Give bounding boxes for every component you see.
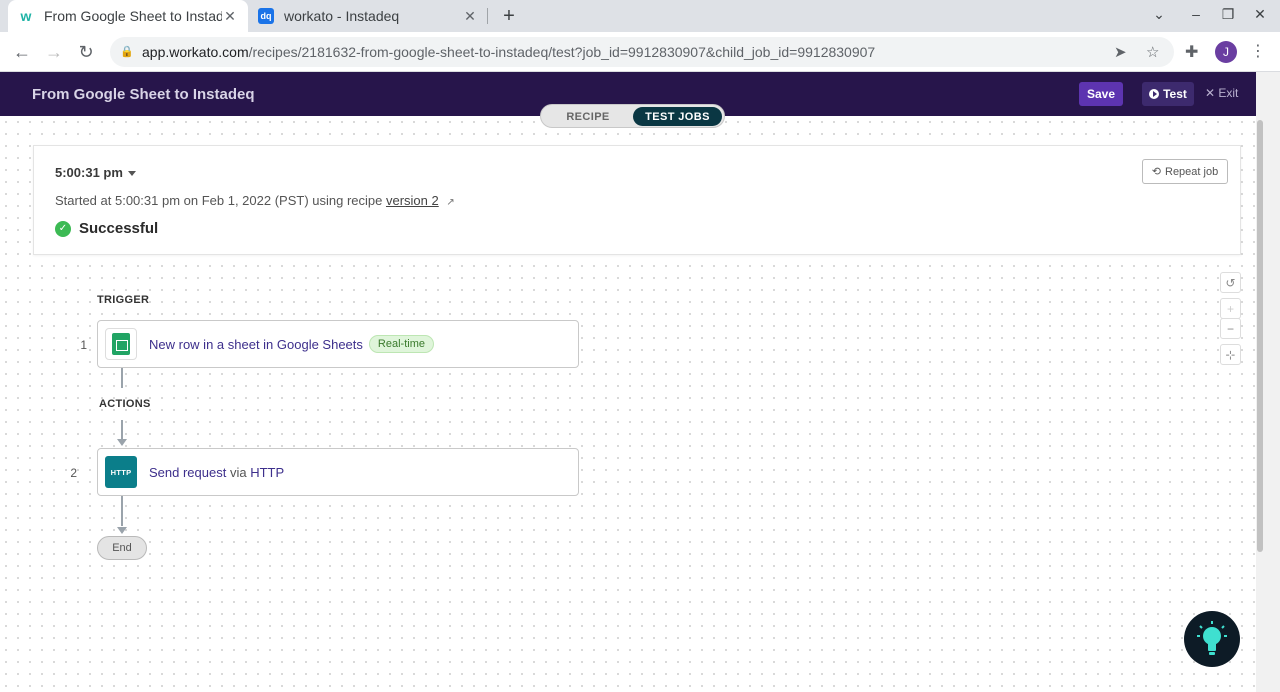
close-icon: ✕ — [1205, 86, 1219, 100]
exit-label: Exit — [1218, 86, 1239, 100]
zoom-in-icon[interactable]: + — [1220, 298, 1241, 319]
test-button-label: Test — [1163, 87, 1187, 101]
realtime-badge: Real-time — [368, 335, 434, 353]
arrow-down-icon — [117, 527, 127, 534]
job-status: ✓ Successful — [55, 220, 158, 237]
tab-title: workato - Instadeq — [284, 8, 400, 24]
play-icon — [1149, 89, 1160, 99]
lock-icon: 🔒 — [120, 46, 134, 58]
view-toggle: RECIPE TEST JOBS — [540, 104, 725, 128]
save-button[interactable]: Save — [1079, 82, 1123, 106]
extensions-puzzle-icon[interactable]: ✚ — [1185, 42, 1198, 62]
tab-from-google-sheet[interactable]: w From Google Sheet to Instadeq ✕ — [8, 0, 248, 32]
bookmark-star-icon[interactable]: ☆ — [1146, 43, 1159, 61]
test-button[interactable]: Test — [1142, 82, 1194, 106]
connector-line — [121, 368, 123, 388]
browser-menu-icon[interactable]: ⋮ — [1250, 41, 1266, 61]
step-action: Send request — [149, 464, 227, 480]
status-text: Successful — [79, 220, 159, 237]
trigger-step[interactable]: New row in a sheet in Google Sheets Real… — [97, 320, 579, 368]
job-meta-text: Started at 5:00:31 pm on Feb 1, 2022 (PS… — [55, 193, 383, 208]
restore-icon[interactable]: ❐ — [1218, 6, 1238, 23]
actions-label: ACTIONS — [99, 398, 151, 410]
back-icon[interactable]: ← — [10, 40, 34, 64]
http-icon: HTTP — [105, 456, 137, 488]
google-sheets-icon — [105, 328, 137, 360]
caret-down-icon — [127, 171, 136, 177]
trigger-label: TRIGGER — [97, 294, 150, 306]
action-step[interactable]: HTTP Send request via HTTP — [97, 448, 579, 496]
workato-icon: w — [18, 8, 34, 24]
lightbulb-icon — [1197, 621, 1227, 655]
job-summary-card: 5:00:31 pm Started at 5:00:31 pm on Feb … — [33, 145, 1241, 255]
forward-icon[interactable]: → — [42, 40, 66, 64]
check-circle-icon: ✓ — [55, 220, 71, 237]
repeat-icon: ⟲ — [1151, 166, 1161, 178]
url-text: app.workato.com/recipes/2181632-from-goo… — [142, 44, 875, 60]
url-host: app.workato.com — [142, 44, 249, 60]
reload-icon[interactable]: ↻ — [74, 40, 98, 64]
step-number: 1 — [80, 338, 87, 352]
end-node: End — [97, 536, 147, 560]
repeat-job-label: Repeat job — [1165, 165, 1219, 178]
fit-view-icon[interactable]: ⊹ — [1220, 344, 1241, 365]
close-icon[interactable]: ✕ — [462, 8, 478, 25]
external-link-icon[interactable]: ↗ — [446, 197, 454, 208]
step-label: Send request via HTTP — [149, 465, 284, 480]
minimize-icon[interactable]: – — [1186, 6, 1206, 22]
step-app: HTTP — [250, 464, 285, 480]
browser-tab-bar: w From Google Sheet to Instadeq ✕ dq wor… — [0, 0, 1280, 32]
recipe-title: From Google Sheet to Instadeq — [32, 86, 255, 103]
url-path: /recipes/2181632-from-google-sheet-to-in… — [248, 44, 876, 60]
version-link[interactable]: version 2 — [386, 193, 439, 208]
tab-recipe[interactable]: RECIPE — [544, 107, 632, 126]
browser-toolbar: ← → ↻ 🔒 app.workato.com/recipes/2181632-… — [0, 32, 1280, 72]
tab-separator — [487, 8, 488, 24]
address-bar[interactable]: 🔒 app.workato.com/recipes/2181632-from-g… — [110, 37, 1174, 67]
zoom-out-icon[interactable]: − — [1220, 318, 1241, 339]
connector-line — [121, 496, 123, 526]
tab-title: From Google Sheet to Instadeq — [44, 8, 222, 24]
new-tab-icon[interactable]: + — [498, 4, 520, 28]
step-number: 2 — [70, 466, 77, 480]
job-time-dropdown[interactable]: 5:00:31 pm — [55, 165, 136, 180]
reset-view-icon[interactable]: ↺ — [1220, 272, 1241, 293]
window-close-icon[interactable]: ✕ — [1250, 6, 1270, 23]
step-via: via — [229, 464, 247, 480]
tab-test-jobs[interactable]: TEST JOBS — [633, 107, 722, 126]
http-icon-text: HTTP — [105, 456, 137, 488]
send-icon[interactable]: ➤ — [1114, 43, 1127, 61]
exit-button[interactable]: ✕ Exit — [1205, 86, 1238, 100]
job-meta: Started at 5:00:31 pm on Feb 1, 2022 (PS… — [55, 193, 455, 208]
close-icon[interactable]: ✕ — [222, 8, 238, 25]
help-lightbulb-button[interactable] — [1184, 611, 1240, 667]
profile-avatar[interactable]: J — [1215, 41, 1237, 63]
repeat-job-button[interactable]: ⟲ Repeat job — [1142, 159, 1228, 184]
step-label: New row in a sheet in Google Sheets — [149, 336, 363, 352]
job-time: 5:00:31 pm — [55, 165, 123, 180]
scrollbar-thumb[interactable] — [1257, 120, 1263, 552]
connector-line — [121, 420, 123, 440]
tab-search-chevron-icon[interactable]: ⌄ — [1149, 6, 1169, 23]
arrow-down-icon — [117, 439, 127, 446]
instadeq-icon: dq — [258, 8, 274, 24]
tab-workato-instadeq[interactable]: dq workato - Instadeq ✕ — [250, 0, 486, 32]
